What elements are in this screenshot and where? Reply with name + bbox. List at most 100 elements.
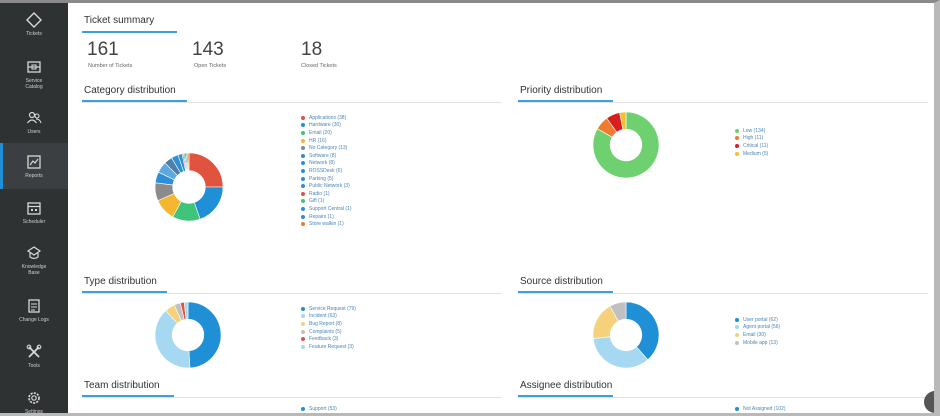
legend-item[interactable]: Feature Request (3)	[301, 343, 356, 351]
legend-label: User portal (62)	[743, 316, 778, 323]
sidebar-item-tools[interactable]: Tools	[0, 333, 68, 379]
help-button[interactable]	[924, 391, 934, 413]
legend-item[interactable]: Bug Report (8)	[301, 320, 356, 328]
legend-swatch	[301, 199, 305, 204]
legend-item[interactable]: Parking (5)	[301, 175, 352, 183]
legend-label: ROSSDesk (6)	[309, 167, 343, 174]
sidebar-item-knowledge-base[interactable]: Knowledge Base	[0, 237, 68, 283]
priority-donut-chart	[592, 111, 660, 179]
legend-swatch	[735, 340, 739, 345]
legend-swatch	[735, 332, 739, 337]
legend-item[interactable]: Low (134)	[735, 127, 768, 135]
legend-item[interactable]: Radio (1)	[301, 190, 352, 198]
reports-content: Ticket summary 161 Number of Tickets 143…	[68, 3, 934, 413]
users-icon	[27, 111, 42, 123]
sidebar-item-label: Reports	[25, 172, 43, 179]
legend-item[interactable]: Public Network (3)	[301, 182, 352, 190]
legend-swatch	[301, 184, 305, 189]
legend-label: Parking (5)	[309, 175, 334, 182]
legend-item[interactable]: Critical (11)	[735, 142, 768, 150]
legend-item[interactable]: High (11)	[735, 135, 768, 143]
donut-slice-applications[interactable]	[188, 152, 224, 188]
legend-swatch	[735, 325, 739, 330]
legend-swatch	[735, 136, 739, 141]
sidebar-item-tickets[interactable]: Tickets	[0, 3, 68, 47]
legend-item[interactable]: Service Request (79)	[301, 305, 356, 313]
donut-slice-agent-portal[interactable]	[592, 336, 649, 369]
sidebar-item-reports[interactable]: Reports	[0, 143, 68, 189]
legend-label: Email (30)	[743, 331, 766, 338]
legend-item[interactable]: ROSSDesk (6)	[301, 167, 352, 175]
legend-label: Complaints (5)	[309, 328, 342, 335]
legend-item[interactable]: Hardware (30)	[301, 122, 352, 130]
legend-item[interactable]: HR (16)	[301, 137, 352, 145]
priority-legend: Low (134) High (11) Critical (11) Medium (5…	[735, 127, 768, 157]
legend-item[interactable]: Gift (1)	[301, 198, 352, 206]
legend-item[interactable]: User portal (62)	[735, 316, 780, 324]
section-divider	[82, 102, 502, 103]
legend-item[interactable]: Agent portal (56)	[735, 324, 780, 332]
sidebar-item-label: Users	[27, 128, 41, 135]
legend-item[interactable]: Network (8)	[301, 160, 352, 168]
legend-label: Service Request (79)	[309, 305, 356, 312]
reports-icon	[27, 154, 41, 169]
legend-item[interactable]: Medium (5)	[735, 150, 768, 158]
legend-swatch	[735, 151, 739, 156]
team-legend: Support (53)	[301, 405, 337, 413]
legend-swatch	[301, 191, 305, 196]
legend-label: Repairs (1)	[309, 213, 334, 220]
legend-item[interactable]: Store walkin (1)	[301, 220, 352, 228]
legend-swatch	[301, 344, 305, 349]
sidebar-item-change-logs[interactable]: Change Logs	[0, 287, 68, 333]
legend-item[interactable]: Support (53)	[301, 405, 337, 413]
legend-label: Support (53)	[309, 405, 337, 412]
stat-label-open: Open Tickets	[194, 63, 227, 69]
legend-item[interactable]: Incident (63)	[301, 313, 356, 321]
legend-label: Support Central (1)	[309, 205, 352, 212]
legend-item[interactable]: Software (8)	[301, 152, 352, 160]
type-distribution-title: Type distribution	[84, 276, 157, 287]
legend-label: Applications (38)	[309, 114, 347, 121]
legend-swatch	[735, 317, 739, 322]
legend-swatch	[301, 168, 305, 173]
sidebar-item-label: Tickets	[26, 30, 42, 37]
legend-item[interactable]: Support Central (1)	[301, 205, 352, 213]
section-divider	[518, 397, 928, 398]
legend-label: Bug Report (8)	[309, 320, 342, 327]
stat-label-closed: Closed Tickets	[301, 63, 337, 69]
legend-label: Critical (11)	[743, 142, 769, 149]
legend-swatch	[301, 146, 305, 151]
legend-item[interactable]: Email (30)	[735, 331, 780, 339]
calendar-icon	[27, 201, 41, 215]
sidebar-item-users[interactable]: Users	[0, 99, 68, 145]
source-legend: User portal (62) Agent portal (56) Email (…	[735, 316, 780, 346]
legend-label: Network (8)	[309, 160, 335, 167]
legend-item[interactable]: Repairs (1)	[301, 213, 352, 221]
legend-swatch	[301, 329, 305, 334]
legend-label: Email (20)	[309, 129, 332, 136]
category-distribution-title: Category distribution	[84, 85, 176, 96]
legend-swatch	[301, 222, 305, 227]
legend-item[interactable]: Complaints (5)	[301, 328, 356, 336]
legend-item[interactable]: No Category (13)	[301, 144, 352, 152]
stat-value-total: 161	[87, 39, 119, 60]
legend-label: No Category (13)	[309, 145, 348, 152]
legend-item[interactable]: Applications (38)	[301, 114, 352, 122]
legend-item[interactable]: Not Assigned (102)	[735, 405, 786, 413]
legend-item[interactable]: Mobile app (13)	[735, 339, 780, 347]
legend-item[interactable]: Feedback (3)	[301, 335, 356, 343]
sidebar-item-label: Scheduler	[22, 218, 46, 225]
legend-label: Not Assigned (102)	[743, 405, 786, 412]
sidebar-item-service-catalog[interactable]: Service Catalog	[0, 51, 68, 97]
section-divider	[82, 293, 502, 294]
legend-swatch	[301, 130, 305, 135]
legend-swatch	[301, 176, 305, 181]
legend-swatch	[301, 321, 305, 326]
sidebar-item-settings[interactable]: Settings	[0, 379, 68, 413]
donut-slice-service-request[interactable]	[187, 301, 222, 369]
section-divider	[518, 293, 928, 294]
legend-swatch	[301, 337, 305, 342]
sidebar-item-scheduler[interactable]: Scheduler	[0, 189, 68, 235]
stat-value-open: 143	[192, 39, 224, 60]
legend-item[interactable]: Email (20)	[301, 129, 352, 137]
